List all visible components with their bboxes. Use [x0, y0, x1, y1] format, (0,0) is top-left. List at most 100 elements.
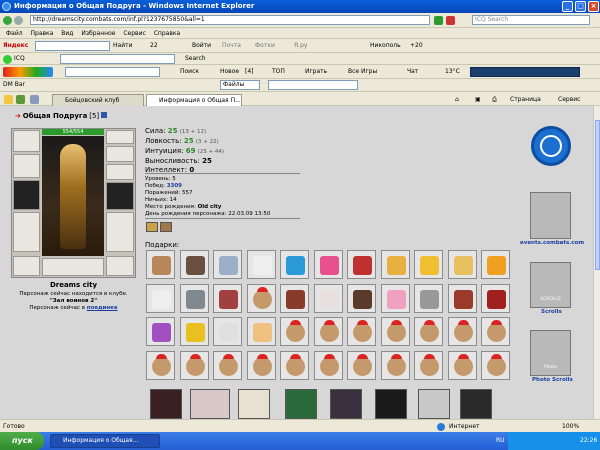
close-button[interactable]: ×: [588, 1, 599, 12]
back-icon[interactable]: [3, 16, 12, 25]
dm-input[interactable]: [268, 80, 358, 90]
gift-item[interactable]: [246, 250, 276, 279]
gift-item[interactable]: [380, 250, 410, 279]
events-logo[interactable]: [531, 126, 571, 166]
gift-item[interactable]: [481, 283, 510, 313]
print-icon[interactable]: ⎙: [492, 94, 497, 106]
slot-necklace[interactable]: [13, 154, 40, 178]
character-name[interactable]: Общая Подруга: [23, 112, 88, 120]
tab-fight-club[interactable]: Бойцовский клуб: [52, 94, 144, 106]
scrollbar-thumb[interactable]: [595, 120, 600, 270]
gift-item[interactable]: [447, 350, 477, 380]
gift-item[interactable]: [414, 283, 443, 313]
mail-count[interactable]: 22: [150, 40, 158, 52]
gift-item[interactable]: [213, 317, 242, 346]
files-dropdown[interactable]: Файлы: [220, 80, 260, 90]
slot-shield[interactable]: [106, 182, 134, 210]
media-player-bar[interactable]: [470, 67, 580, 77]
events-link[interactable]: events.combats.com: [520, 240, 584, 246]
gift-item[interactable]: [313, 317, 343, 346]
minimize-button[interactable]: _: [562, 1, 573, 12]
game-search-input[interactable]: [65, 67, 160, 77]
address-input[interactable]: http://dreamscity.combats.com/inf.pl?123…: [30, 15, 430, 25]
yaru-button[interactable]: Я.ру: [294, 40, 307, 52]
menu-file[interactable]: Файл: [6, 28, 23, 39]
bottom-image-3[interactable]: [238, 389, 270, 419]
bottom-image-6[interactable]: [375, 389, 407, 419]
badge-2-icon[interactable]: [160, 222, 172, 232]
battle-link[interactable]: поединке: [87, 305, 118, 311]
slot-earrings[interactable]: [106, 130, 134, 144]
gift-item[interactable]: [347, 317, 376, 346]
scrolls-image[interactable]: SCROLLS: [530, 262, 571, 308]
vertical-scrollbar[interactable]: [593, 106, 600, 419]
feeds-icon[interactable]: ▣: [475, 94, 481, 106]
gift-item[interactable]: [146, 317, 175, 346]
start-button[interactable]: пуск: [0, 432, 44, 450]
slot-weapon[interactable]: [13, 180, 40, 210]
page-menu[interactable]: Страница: [510, 94, 541, 106]
gift-item[interactable]: [179, 283, 209, 313]
bottom-image-4[interactable]: [285, 389, 317, 419]
gift-item[interactable]: [347, 250, 376, 279]
menu-edit[interactable]: Правка: [31, 28, 54, 39]
gift-item[interactable]: [481, 317, 510, 346]
slot-bottom-row[interactable]: [42, 258, 104, 276]
gift-item[interactable]: [347, 350, 376, 380]
menu-help[interactable]: Справка: [154, 28, 180, 39]
service-menu[interactable]: Сервис: [558, 94, 580, 106]
icq-label[interactable]: ICQ: [14, 53, 25, 65]
gift-item[interactable]: [414, 250, 443, 279]
add-favorites-icon[interactable]: [16, 95, 25, 104]
language-indicator[interactable]: RU: [496, 432, 505, 450]
photo-scrolls-link[interactable]: Photo Scrolls: [532, 377, 573, 383]
nikopol-weather[interactable]: Никополь: [370, 40, 401, 52]
gift-item[interactable]: [213, 250, 242, 279]
gift-item[interactable]: [347, 283, 376, 313]
gift-item[interactable]: [280, 250, 309, 279]
all-games-button[interactable]: Все Игры: [348, 66, 377, 78]
gift-item[interactable]: [447, 317, 477, 346]
slot-belt[interactable]: [13, 256, 40, 276]
gift-item[interactable]: [246, 283, 276, 313]
gift-item[interactable]: [213, 350, 242, 380]
scrolls-link[interactable]: Scrolls: [541, 309, 562, 315]
gift-item[interactable]: [313, 250, 343, 279]
slot-gloves[interactable]: [106, 164, 134, 180]
bottom-image-2[interactable]: [190, 389, 230, 419]
chat-button[interactable]: Чат: [407, 66, 418, 78]
top-button[interactable]: ТОП: [272, 66, 285, 78]
bottom-image-1[interactable]: [150, 389, 182, 419]
gift-item[interactable]: [380, 283, 410, 313]
icq-search-input[interactable]: ICQ Search: [472, 15, 590, 25]
bottom-image-7[interactable]: [418, 389, 450, 419]
gift-item[interactable]: [280, 350, 309, 380]
favorites-star-icon[interactable]: [4, 95, 13, 104]
menu-view[interactable]: Вид: [61, 28, 73, 39]
slot-helmet[interactable]: [13, 130, 40, 152]
gift-item[interactable]: [414, 317, 443, 346]
maximize-button[interactable]: □: [575, 1, 586, 12]
slot-boots[interactable]: [106, 256, 134, 276]
quick-tabs-icon[interactable]: [30, 95, 39, 104]
icq-toolbar-search-input[interactable]: [60, 54, 175, 64]
photos-button[interactable]: Фотки: [255, 40, 275, 52]
gift-item[interactable]: [246, 317, 276, 346]
forward-icon[interactable]: [14, 16, 23, 25]
yandex-search-input[interactable]: [35, 41, 110, 51]
badge-1-icon[interactable]: [146, 222, 158, 232]
gift-item[interactable]: [146, 283, 175, 313]
slot-legs[interactable]: [106, 212, 134, 252]
play-button[interactable]: Играть: [305, 66, 327, 78]
taskbar-item-ie[interactable]: Информация о Общая...: [50, 434, 160, 448]
gift-item[interactable]: [481, 250, 510, 279]
character-avatar[interactable]: [42, 136, 104, 256]
gift-item[interactable]: [246, 350, 276, 380]
gift-item[interactable]: [146, 250, 175, 279]
gift-item[interactable]: [280, 283, 309, 313]
new-button[interactable]: Новое: [220, 66, 239, 78]
gift-item[interactable]: [481, 350, 510, 380]
stop-icon[interactable]: [446, 16, 455, 25]
bottom-image-8[interactable]: [460, 389, 492, 419]
gift-item[interactable]: [313, 283, 343, 313]
